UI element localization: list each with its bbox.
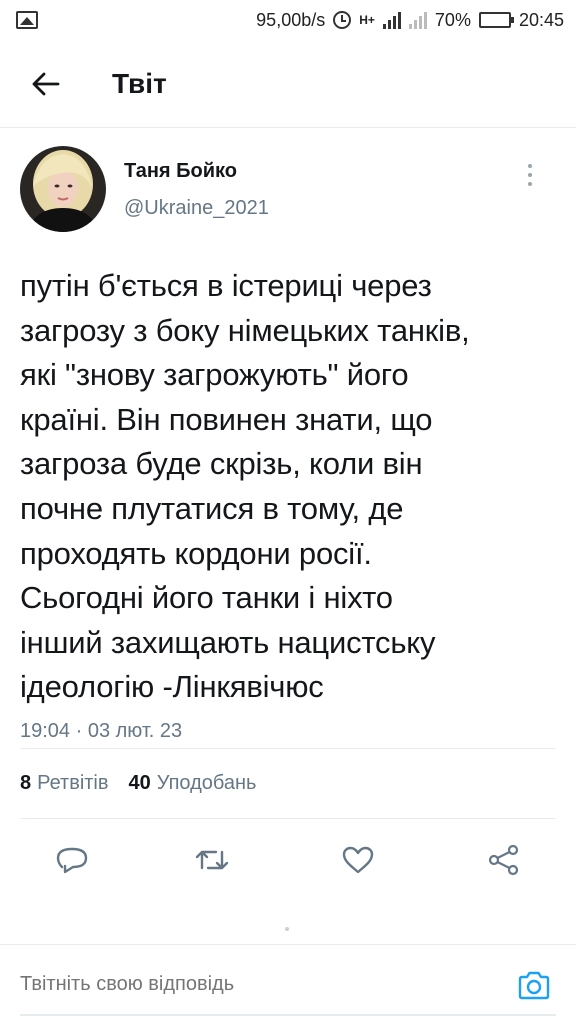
battery-percent: 70% [434,9,471,30]
like-button[interactable] [338,840,378,880]
tweet-author-row: Таня Бойко @Ukraine_2021 [20,146,556,238]
retweet-icon [195,850,229,870]
image-icon [16,11,38,29]
tweet: Таня Бойко @Ukraine_2021 путін б'ється в… [0,128,576,743]
scroll-indicator [285,927,289,931]
retweets-count[interactable]: 8 [20,772,31,795]
avatar[interactable] [20,146,106,232]
more-vertical-icon [528,164,532,168]
author-name[interactable]: Таня Бойко [124,160,269,183]
divider [20,818,556,819]
status-bar: 95,00b/s H+ 70% 20:45 [0,0,576,40]
signal-icon [382,11,401,29]
signal-secondary-icon [408,11,427,29]
more-options-button[interactable] [520,160,540,190]
alarm-clock-icon [333,11,352,29]
tweet-timestamp: 19:04 · 03 лют. 23 [20,719,183,742]
likes-count[interactable]: 40 [129,772,151,795]
back-button[interactable] [14,52,78,116]
reply-input[interactable] [20,973,514,996]
network-type: H+ [359,13,375,27]
camera-icon [518,971,550,999]
arrow-left-icon [32,72,60,95]
author-info: Таня Бойко @Ukraine_2021 [124,160,269,220]
divider [20,748,556,749]
reply-bar [0,944,576,1024]
share-button[interactable] [484,840,524,880]
tweet-text: путін б'ється в істериці через загрозу з… [20,268,470,705]
retweets-label[interactable]: Ретвітів [37,772,108,795]
likes-label[interactable]: Уподобань [157,772,257,795]
tweet-actions [0,840,576,880]
reply-icon [56,847,88,874]
reply-button[interactable] [52,840,92,880]
like-icon [342,846,374,874]
retweet-button[interactable] [192,840,232,880]
reply-underline [20,1014,556,1016]
network-speed: 95,00b/s [256,9,326,30]
author-handle[interactable]: @Ukraine_2021 [124,197,269,220]
battery-icon [478,12,514,28]
share-icon [488,844,519,876]
app-header: Твіт [0,40,576,128]
tweet-stats: 8 Ретвітів 40 Уподобань [20,772,276,795]
page-title: Твіт [112,67,167,99]
camera-button[interactable] [514,965,554,1005]
clock-time: 20:45 [518,9,564,30]
